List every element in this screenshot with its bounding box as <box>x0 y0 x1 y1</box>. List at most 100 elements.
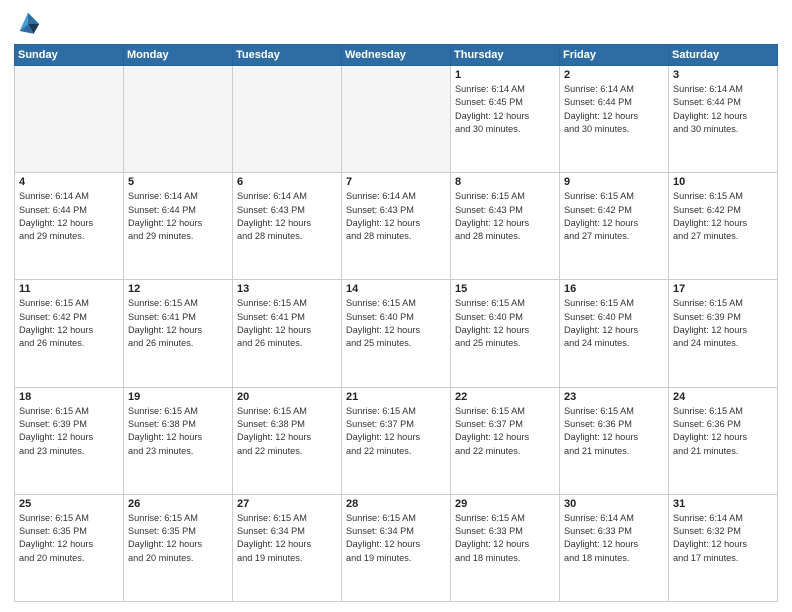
day-number: 30 <box>564 498 664 510</box>
calendar-day-cell: 27 Sunrise: 6:15 AM Sunset: 6:34 PM Dayli… <box>233 494 342 601</box>
calendar-day-cell: 16 Sunrise: 6:15 AM Sunset: 6:40 PM Dayli… <box>560 280 669 387</box>
day-number: 1 <box>455 69 555 81</box>
day-number: 21 <box>346 391 446 403</box>
calendar-day-header: Monday <box>124 45 233 66</box>
day-number: 6 <box>237 176 337 188</box>
calendar-day-cell: 3 Sunrise: 6:14 AM Sunset: 6:44 PM Daylig… <box>669 66 778 173</box>
day-number: 9 <box>564 176 664 188</box>
day-info: Sunrise: 6:15 AM Sunset: 6:40 PM Dayligh… <box>564 297 664 350</box>
day-info: Sunrise: 6:15 AM Sunset: 6:34 PM Dayligh… <box>237 512 337 565</box>
calendar-day-cell: 15 Sunrise: 6:15 AM Sunset: 6:40 PM Dayli… <box>451 280 560 387</box>
calendar-day-cell: 1 Sunrise: 6:14 AM Sunset: 6:45 PM Daylig… <box>451 66 560 173</box>
calendar-day-header: Friday <box>560 45 669 66</box>
calendar-day-header: Wednesday <box>342 45 451 66</box>
calendar-header-row: SundayMondayTuesdayWednesdayThursdayFrid… <box>15 45 778 66</box>
calendar-table: SundayMondayTuesdayWednesdayThursdayFrid… <box>14 44 778 602</box>
day-number: 12 <box>128 283 228 295</box>
day-number: 11 <box>19 283 119 295</box>
day-number: 20 <box>237 391 337 403</box>
day-number: 29 <box>455 498 555 510</box>
day-info: Sunrise: 6:15 AM Sunset: 6:40 PM Dayligh… <box>346 297 446 350</box>
day-info: Sunrise: 6:15 AM Sunset: 6:33 PM Dayligh… <box>455 512 555 565</box>
day-number: 17 <box>673 283 773 295</box>
day-info: Sunrise: 6:14 AM Sunset: 6:43 PM Dayligh… <box>237 190 337 243</box>
calendar-day-cell: 29 Sunrise: 6:15 AM Sunset: 6:33 PM Dayli… <box>451 494 560 601</box>
day-info: Sunrise: 6:14 AM Sunset: 6:44 PM Dayligh… <box>128 190 228 243</box>
calendar-week-row: 18 Sunrise: 6:15 AM Sunset: 6:39 PM Dayli… <box>15 387 778 494</box>
day-info: Sunrise: 6:14 AM Sunset: 6:45 PM Dayligh… <box>455 83 555 136</box>
day-number: 27 <box>237 498 337 510</box>
day-number: 31 <box>673 498 773 510</box>
calendar-day-cell: 14 Sunrise: 6:15 AM Sunset: 6:40 PM Dayli… <box>342 280 451 387</box>
calendar-day-cell: 25 Sunrise: 6:15 AM Sunset: 6:35 PM Dayli… <box>15 494 124 601</box>
day-number: 23 <box>564 391 664 403</box>
day-info: Sunrise: 6:15 AM Sunset: 6:42 PM Dayligh… <box>564 190 664 243</box>
calendar-week-row: 25 Sunrise: 6:15 AM Sunset: 6:35 PM Dayli… <box>15 494 778 601</box>
day-info: Sunrise: 6:15 AM Sunset: 6:37 PM Dayligh… <box>346 405 446 458</box>
day-info: Sunrise: 6:15 AM Sunset: 6:41 PM Dayligh… <box>128 297 228 350</box>
calendar-day-cell <box>124 66 233 173</box>
day-number: 3 <box>673 69 773 81</box>
day-number: 19 <box>128 391 228 403</box>
calendar-day-cell: 8 Sunrise: 6:15 AM Sunset: 6:43 PM Daylig… <box>451 173 560 280</box>
calendar-day-cell: 19Sunrise: 6:15 AM Sunset: 6:38 PM Dayli… <box>124 387 233 494</box>
day-info: Sunrise: 6:15 AM Sunset: 6:41 PM Dayligh… <box>237 297 337 350</box>
day-number: 13 <box>237 283 337 295</box>
day-number: 8 <box>455 176 555 188</box>
calendar-day-cell: 22Sunrise: 6:15 AM Sunset: 6:37 PM Dayli… <box>451 387 560 494</box>
calendar-day-header: Saturday <box>669 45 778 66</box>
day-info: Sunrise: 6:15 AM Sunset: 6:42 PM Dayligh… <box>673 190 773 243</box>
calendar-day-cell: 10 Sunrise: 6:15 AM Sunset: 6:42 PM Dayli… <box>669 173 778 280</box>
day-info: Sunrise: 6:14 AM Sunset: 6:32 PM Dayligh… <box>673 512 773 565</box>
day-number: 18 <box>19 391 119 403</box>
calendar-day-cell <box>233 66 342 173</box>
calendar-week-row: 11 Sunrise: 6:15 AM Sunset: 6:42 PM Dayli… <box>15 280 778 387</box>
header <box>14 10 778 38</box>
calendar-day-cell <box>15 66 124 173</box>
day-info: Sunrise: 6:15 AM Sunset: 6:42 PM Dayligh… <box>19 297 119 350</box>
calendar-day-cell: 31 Sunrise: 6:14 AM Sunset: 6:32 PM Dayli… <box>669 494 778 601</box>
day-number: 14 <box>346 283 446 295</box>
day-info: Sunrise: 6:15 AM Sunset: 6:35 PM Dayligh… <box>19 512 119 565</box>
day-number: 24 <box>673 391 773 403</box>
logo-icon <box>14 10 42 38</box>
day-number: 10 <box>673 176 773 188</box>
day-number: 25 <box>19 498 119 510</box>
day-info: Sunrise: 6:15 AM Sunset: 6:38 PM Dayligh… <box>237 405 337 458</box>
calendar-day-cell: 13 Sunrise: 6:15 AM Sunset: 6:41 PM Dayli… <box>233 280 342 387</box>
calendar-day-cell: 5 Sunrise: 6:14 AM Sunset: 6:44 PM Daylig… <box>124 173 233 280</box>
day-info: Sunrise: 6:15 AM Sunset: 6:39 PM Dayligh… <box>673 297 773 350</box>
page: SundayMondayTuesdayWednesdayThursdayFrid… <box>0 0 792 612</box>
day-info: Sunrise: 6:14 AM Sunset: 6:44 PM Dayligh… <box>19 190 119 243</box>
day-number: 5 <box>128 176 228 188</box>
calendar-day-cell: 28 Sunrise: 6:15 AM Sunset: 6:34 PM Dayli… <box>342 494 451 601</box>
day-info: Sunrise: 6:15 AM Sunset: 6:34 PM Dayligh… <box>346 512 446 565</box>
calendar-day-cell: 24 Sunrise: 6:15 AM Sunset: 6:36 PM Dayli… <box>669 387 778 494</box>
day-number: 28 <box>346 498 446 510</box>
day-info: Sunrise: 6:15 AM Sunset: 6:36 PM Dayligh… <box>673 405 773 458</box>
day-info: Sunrise: 6:15 AM Sunset: 6:35 PM Dayligh… <box>128 512 228 565</box>
calendar-day-header: Sunday <box>15 45 124 66</box>
calendar-day-cell: 21 Sunrise: 6:15 AM Sunset: 6:37 PM Dayli… <box>342 387 451 494</box>
day-number: 2 <box>564 69 664 81</box>
logo <box>14 10 46 38</box>
calendar-day-cell: 9 Sunrise: 6:15 AM Sunset: 6:42 PM Daylig… <box>560 173 669 280</box>
day-info: Sunrise: 6:15 AM Sunset: 6:40 PM Dayligh… <box>455 297 555 350</box>
day-info: Sunrise: 6:14 AM Sunset: 6:44 PM Dayligh… <box>564 83 664 136</box>
calendar-day-cell: 26Sunrise: 6:15 AM Sunset: 6:35 PM Dayli… <box>124 494 233 601</box>
day-info: Sunrise: 6:15 AM Sunset: 6:43 PM Dayligh… <box>455 190 555 243</box>
day-number: 16 <box>564 283 664 295</box>
day-info: Sunrise: 6:15 AM Sunset: 6:36 PM Dayligh… <box>564 405 664 458</box>
calendar-week-row: 4Sunrise: 6:14 AM Sunset: 6:44 PM Daylig… <box>15 173 778 280</box>
day-number: 15 <box>455 283 555 295</box>
calendar-day-cell: 30 Sunrise: 6:14 AM Sunset: 6:33 PM Dayli… <box>560 494 669 601</box>
day-number: 7 <box>346 176 446 188</box>
calendar-day-cell: 6 Sunrise: 6:14 AM Sunset: 6:43 PM Daylig… <box>233 173 342 280</box>
calendar-day-cell: 7Sunrise: 6:14 AM Sunset: 6:43 PM Daylig… <box>342 173 451 280</box>
calendar-day-cell: 20 Sunrise: 6:15 AM Sunset: 6:38 PM Dayli… <box>233 387 342 494</box>
day-info: Sunrise: 6:14 AM Sunset: 6:33 PM Dayligh… <box>564 512 664 565</box>
day-info: Sunrise: 6:15 AM Sunset: 6:39 PM Dayligh… <box>19 405 119 458</box>
day-info: Sunrise: 6:14 AM Sunset: 6:44 PM Dayligh… <box>673 83 773 136</box>
calendar-day-cell: 11 Sunrise: 6:15 AM Sunset: 6:42 PM Dayli… <box>15 280 124 387</box>
calendar-day-cell <box>342 66 451 173</box>
